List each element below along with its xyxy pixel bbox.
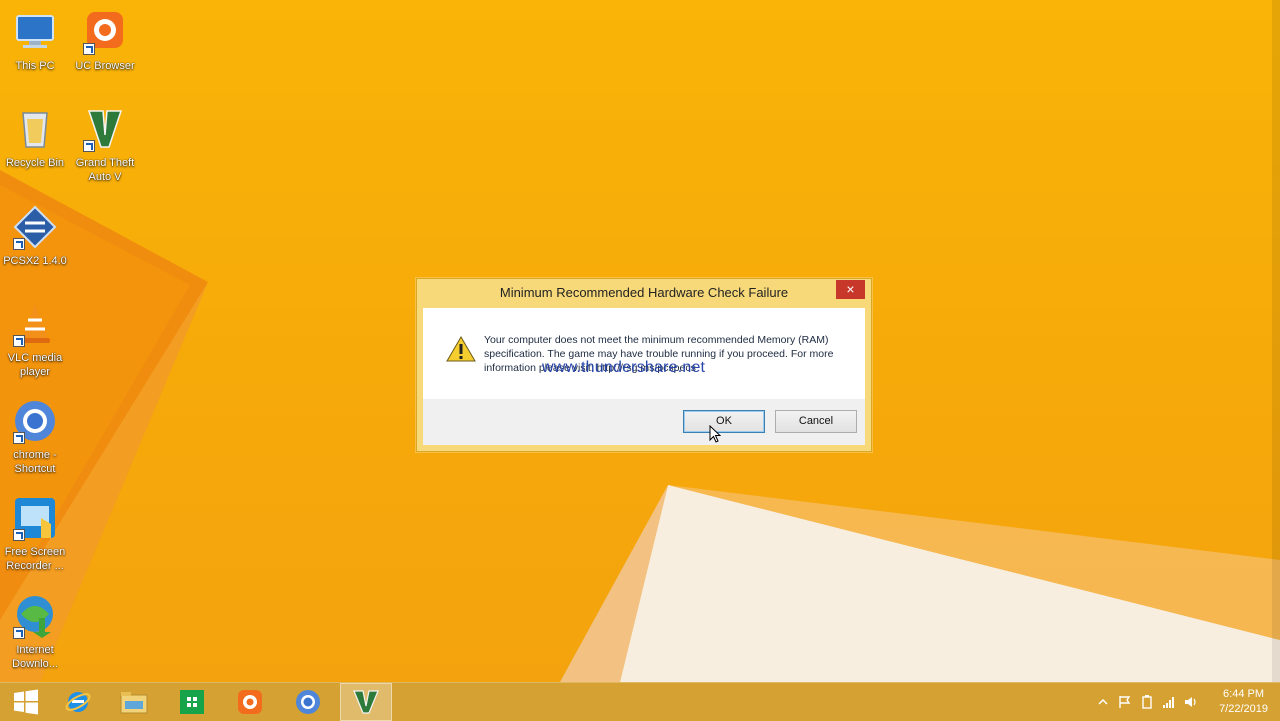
desktop-icon-label: UC Browser xyxy=(75,60,135,72)
action-center-flag-icon[interactable] xyxy=(1118,695,1132,709)
warning-icon xyxy=(446,336,476,362)
gta-v-icon xyxy=(353,690,379,714)
shortcut-arrow-icon xyxy=(13,432,25,444)
desktop-icon-this-pc[interactable]: This PC xyxy=(0,8,70,73)
shortcut-arrow-icon xyxy=(13,335,25,347)
desktop-icon-gta-v[interactable]: Grand Theft Auto V xyxy=(70,105,140,184)
pcsx2-icon xyxy=(11,203,59,251)
desktop-icon-label: Grand Theft Auto V xyxy=(75,157,135,183)
desktop-icon-label: Internet Downlo... xyxy=(12,644,58,670)
store-icon xyxy=(180,690,204,714)
power-icon[interactable] xyxy=(1140,695,1154,709)
chrome-icon xyxy=(296,690,320,714)
screen-recorder-icon xyxy=(11,494,59,542)
shortcut-arrow-icon xyxy=(13,238,25,250)
show-hidden-icons-chevron-icon[interactable] xyxy=(1096,695,1110,709)
recycle-bin-icon xyxy=(11,105,59,153)
shortcut-arrow-icon xyxy=(83,140,95,152)
dialog-title: Minimum Recommended Hardware Check Failu… xyxy=(499,285,789,300)
dialog-body: Your computer does not meet the minimum … xyxy=(423,308,865,399)
system-tray: 6:44 PM 7/22/2019 xyxy=(1090,683,1280,721)
shortcut-arrow-icon xyxy=(13,529,25,541)
desktop-icon-recycle-bin[interactable]: Recycle Bin xyxy=(0,105,70,170)
desktop-icon-label: This PC xyxy=(15,60,55,72)
desktop-icon-label: chrome - Shortcut xyxy=(13,449,57,475)
desktop-icon-label: PCSX2 1.4.0 xyxy=(3,255,67,267)
mouse-cursor-icon xyxy=(709,424,722,443)
desktop-icon-uc-browser[interactable]: UC Browser xyxy=(70,8,140,73)
desktop-icon-label: Free Screen Recorder ... xyxy=(4,546,66,572)
internet-explorer-icon xyxy=(65,692,91,712)
close-button[interactable]: × xyxy=(836,280,865,299)
desktop-icon-vlc[interactable]: VLC media player xyxy=(0,300,70,379)
clock-date: 7/22/2019 xyxy=(1219,703,1268,715)
taskbar-uc-browser[interactable] xyxy=(224,683,276,721)
taskbar-clock[interactable]: 6:44 PM 7/22/2019 xyxy=(1219,687,1268,717)
taskbar-chrome[interactable] xyxy=(282,683,334,721)
ok-button[interactable]: OK xyxy=(683,410,765,433)
shortcut-arrow-icon xyxy=(83,43,95,55)
taskbar-file-explorer[interactable] xyxy=(108,683,160,721)
start-icon xyxy=(14,689,38,715)
cancel-button[interactable]: Cancel xyxy=(775,410,857,433)
uc-browser-icon xyxy=(238,690,262,714)
internet-download-manager-icon xyxy=(11,592,59,640)
taskbar-store[interactable] xyxy=(166,683,218,721)
dialog-footer: OK Cancel xyxy=(423,399,865,445)
taskbar-gta-v[interactable] xyxy=(340,683,392,721)
network-signal-icon[interactable] xyxy=(1162,695,1176,709)
desktop-icon-label: Recycle Bin xyxy=(5,157,65,169)
watermark-text: www.thundershare.net xyxy=(542,359,706,376)
hardware-check-dialog: Minimum Recommended Hardware Check Failu… xyxy=(416,278,872,452)
gta-v-icon xyxy=(81,105,129,153)
taskbar-internet-explorer[interactable] xyxy=(52,683,104,721)
desktop-icon-free-screen-recorder[interactable]: Free Screen Recorder ... xyxy=(0,494,70,573)
this-pc-icon xyxy=(11,8,59,56)
desktop-icon-label: VLC media player xyxy=(7,352,63,378)
start-button[interactable] xyxy=(0,683,52,721)
file-explorer-icon xyxy=(120,692,148,714)
desktop-icon-internet-download-manager[interactable]: Internet Downlo... xyxy=(0,592,70,671)
desktop-icon-chrome[interactable]: chrome - Shortcut xyxy=(0,397,70,476)
clock-time: 6:44 PM xyxy=(1223,688,1265,700)
chrome-icon xyxy=(11,397,59,445)
uc-browser-icon xyxy=(81,8,129,56)
screen-edge xyxy=(1272,0,1280,682)
taskbar: 6:44 PM 7/22/2019 xyxy=(0,682,1280,721)
shortcut-arrow-icon xyxy=(13,627,25,639)
desktop-icon-pcsx2[interactable]: PCSX2 1.4.0 xyxy=(0,203,70,268)
volume-icon[interactable] xyxy=(1184,695,1198,709)
vlc-icon xyxy=(11,300,59,348)
